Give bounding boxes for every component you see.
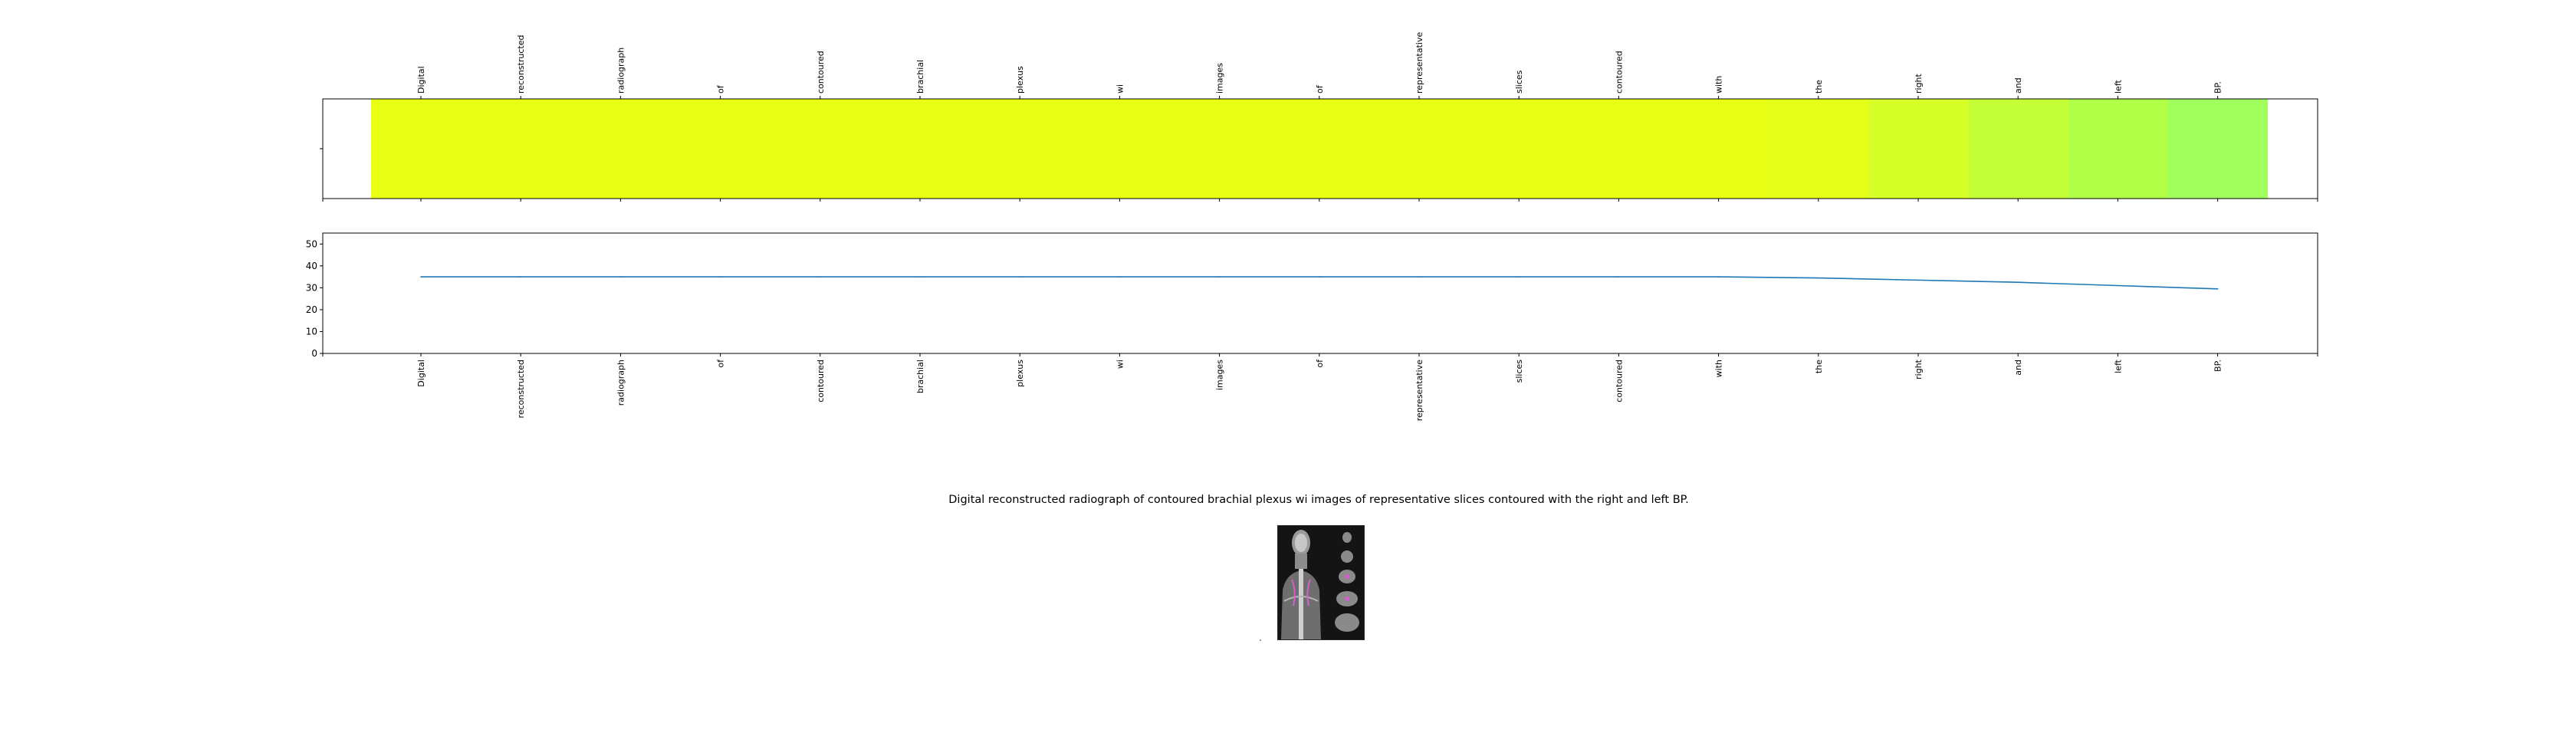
heatmap-cell	[670, 99, 771, 199]
heatmap-cell	[1868, 99, 1969, 199]
x-tick-label: representative	[1414, 360, 1424, 421]
data-point	[2216, 288, 2219, 290]
data-point	[2017, 281, 2019, 284]
data-point	[1818, 277, 1819, 279]
heatmap-cell	[1269, 99, 1370, 199]
x-tick-label: contoured	[1614, 360, 1624, 402]
x-tick-label: of	[716, 359, 726, 368]
series-line	[421, 276, 2218, 290]
y-tick-label: 20	[306, 304, 317, 315]
heatmap-tick-label: right	[1914, 73, 1924, 94]
heatmap-cell	[1469, 99, 1569, 199]
data-point	[520, 276, 521, 278]
figure-caption: Digital reconstructed radiograph of cont…	[948, 494, 1689, 506]
data-point	[1218, 276, 1221, 278]
heatmap-tick-label: the	[1814, 80, 1824, 94]
data-point	[1119, 276, 1121, 278]
heatmap-cell	[970, 99, 1070, 199]
x-tick-label: radiograph	[616, 360, 626, 406]
heatmap-cell	[471, 99, 571, 199]
x-tick-label: right	[1914, 359, 1924, 380]
heatmap-tick-label: images	[1215, 63, 1225, 94]
x-tick-label: reconstructed	[516, 360, 526, 418]
heatmap-cell	[371, 99, 472, 199]
data-point	[1618, 276, 1620, 278]
heatmap-cell	[1569, 99, 1669, 199]
data-point	[1717, 276, 1720, 278]
x-tick-label: BP.	[2213, 360, 2223, 372]
data-point	[1418, 276, 1420, 278]
heatmap-cell	[1070, 99, 1170, 199]
heatmap-tick-label: slices	[1514, 70, 1524, 94]
data-point	[1319, 276, 1320, 278]
x-tick-label: plexus	[1015, 360, 1025, 387]
data-point	[1019, 276, 1020, 278]
heatmap-tick-label: contoured	[1614, 51, 1624, 94]
heatmap-cell	[770, 99, 871, 199]
data-point	[1917, 279, 1919, 281]
heatmap-cell	[1369, 99, 1470, 199]
x-tick-label: slices	[1514, 360, 1524, 383]
data-point	[719, 276, 721, 278]
heatmap-tick-label: of	[716, 84, 726, 94]
heatmap-tick-label: left	[2113, 79, 2123, 94]
heatmap-cell	[2167, 99, 2269, 199]
data-point	[919, 276, 921, 278]
data-point	[420, 276, 422, 278]
heatmap-cell	[1668, 99, 1769, 199]
y-tick-label: 0	[311, 348, 317, 359]
x-tick-label: left	[2113, 359, 2123, 373]
heatmap-cell	[570, 99, 671, 199]
data-point	[2117, 284, 2119, 287]
heatmap-tick-label: radiograph	[616, 48, 626, 94]
heatmap-tick-label: BP.	[2213, 81, 2223, 94]
stray-dot	[1260, 639, 1261, 641]
heatmap-tick-label: of	[1315, 84, 1325, 94]
y-tick-label: 30	[306, 282, 317, 293]
x-tick-label: wi	[1115, 360, 1125, 369]
heatmap-cell	[1968, 99, 2068, 199]
heatmap-cell	[1169, 99, 1270, 199]
line-chart-frame	[322, 232, 2318, 354]
ct-scan-thumbnail	[1277, 525, 1365, 640]
heatmap-tick-label: with	[1714, 76, 1724, 94]
x-tick-label: the	[1814, 360, 1824, 373]
heatmap-cell	[1768, 99, 1869, 199]
data-point	[1518, 276, 1520, 278]
heatmap-tick-label: brachial	[915, 60, 925, 94]
data-point	[820, 276, 821, 278]
heatmap-tick-label: wi	[1115, 84, 1125, 94]
heatmap-tick-label: and	[2013, 77, 2023, 94]
x-tick-label: and	[2013, 360, 2023, 376]
data-point	[619, 276, 622, 278]
heatmap-chart: Digital reconstructed radiograph of contoure…	[320, 32, 2318, 202]
x-tick-label: brachial	[915, 360, 925, 393]
heatmap-tick-label: reconstructed	[516, 35, 526, 94]
heatmap-tick-label: representative	[1414, 32, 1424, 94]
x-tick-label: contoured	[816, 360, 826, 402]
x-tick-label: of	[1315, 359, 1325, 368]
heatmap-cell	[870, 99, 971, 199]
heatmap-cell	[2068, 99, 2168, 199]
y-tick-label: 40	[306, 261, 317, 271]
heatmap-tick-label: plexus	[1015, 66, 1025, 94]
y-tick-label: 10	[306, 326, 317, 337]
heatmap-tick-label: Digital	[416, 66, 426, 94]
x-tick-label: Digital	[416, 360, 426, 387]
y-tick-label: 50	[306, 238, 317, 249]
x-tick-label: with	[1714, 360, 1724, 377]
x-tick-label: images	[1215, 360, 1225, 390]
heatmap-tick-label: contoured	[816, 51, 826, 94]
line-chart: 0 10 20 30 40 50 Digital reconstructed radiograp…	[306, 232, 2318, 421]
